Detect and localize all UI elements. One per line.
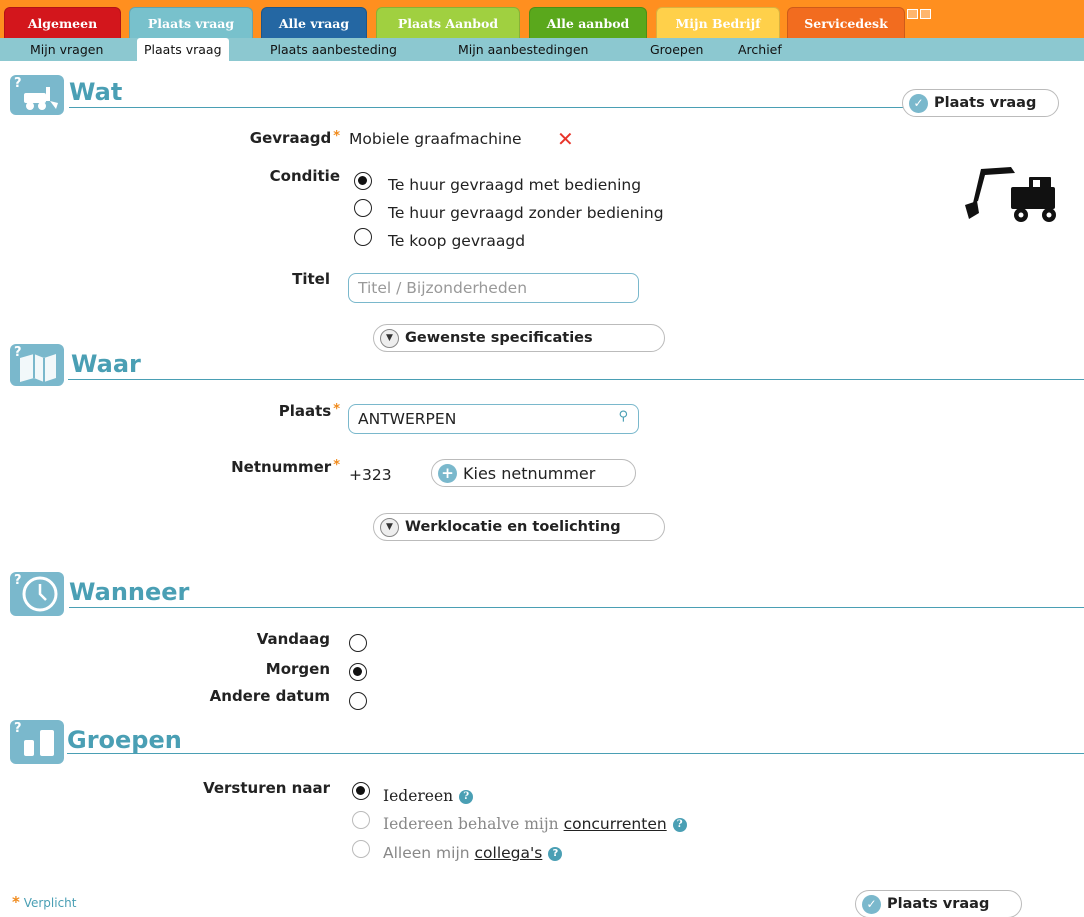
tab-mijn-bedrijf[interactable]: Mijn Bedrijf xyxy=(656,7,780,38)
plaats-vraag-button-top[interactable]: ✓ Plaats vraag xyxy=(902,89,1059,117)
plaats-input[interactable]: ANTWERPEN ⚲ xyxy=(348,404,639,434)
check-icon: ✓ xyxy=(862,894,881,914)
versturen-iedereen-radio[interactable] xyxy=(352,782,370,800)
waar-section-title: Waar xyxy=(71,350,141,378)
tab-plaats-vraag[interactable]: Plaats vraag xyxy=(129,7,253,38)
concurrenten-link[interactable]: concurrenten xyxy=(564,815,667,833)
groepen-section-title: Groepen xyxy=(67,726,182,754)
titel-label: Titel xyxy=(292,270,330,288)
vandaag-label: Vandaag xyxy=(256,630,330,648)
subnav-mijn-vragen[interactable]: Mijn vragen xyxy=(30,38,103,61)
conditie-radio-met-bediening[interactable] xyxy=(354,172,372,190)
plus-icon: + xyxy=(438,463,457,483)
subnav-groepen[interactable]: Groepen xyxy=(650,38,703,61)
check-icon: ✓ xyxy=(909,93,928,113)
tab-algemeen[interactable]: Algemeen xyxy=(4,7,121,38)
conditie-option-label: Te huur gevraagd zonder bediening xyxy=(388,204,664,222)
versturen-behalve-concurrenten-radio[interactable] xyxy=(352,811,370,829)
netnummer-label: Netnummer * xyxy=(231,458,340,476)
gevraagd-label: Gevraagd * xyxy=(249,129,340,147)
waar-section-icon: ? xyxy=(10,344,64,386)
subnav-plaats-vraag[interactable]: Plaats vraag xyxy=(137,38,229,63)
tab-plaats-aanbod[interactable]: Plaats Aanbod xyxy=(376,7,520,38)
tab-servicedesk[interactable]: Servicedesk xyxy=(787,7,905,38)
gewenste-specificaties-toggle[interactable]: ▼ Gewenste specificaties xyxy=(373,324,665,352)
remove-x-icon[interactable]: ✕ xyxy=(557,127,574,151)
wanneer-section-icon: ? xyxy=(10,572,64,616)
required-note: * Verplicht xyxy=(12,893,77,911)
andere-datum-radio[interactable] xyxy=(349,692,367,710)
conditie-radio-te-koop[interactable] xyxy=(354,228,372,246)
conditie-label: Conditie xyxy=(269,167,340,185)
morgen-radio[interactable] xyxy=(349,663,367,681)
tab-alle-aanbod[interactable]: Alle aanbod xyxy=(529,7,647,38)
wat-section-icon: ? xyxy=(10,75,64,115)
werklocatie-label: Werklocatie en toelichting xyxy=(405,519,621,535)
andere-datum-label: Andere datum xyxy=(209,687,330,705)
conditie-option-label: Te huur gevraagd met bediening xyxy=(388,176,642,194)
versturen-naar-label: Versturen naar xyxy=(203,779,330,797)
chevron-down-icon: ▼ xyxy=(380,328,399,348)
help-icon[interactable]: ? xyxy=(672,818,687,832)
versturen-collegas-option: Alleen mijn collega's? xyxy=(383,844,563,862)
help-icon[interactable]: ? xyxy=(548,846,563,861)
kies-netnummer-button[interactable]: + Kies netnummer xyxy=(431,459,636,487)
kies-netnummer-label: Kies netnummer xyxy=(463,463,596,483)
gevraagd-value: Mobiele graafmachine xyxy=(349,130,522,148)
window-icons[interactable] xyxy=(907,4,933,19)
wanneer-section-divider xyxy=(69,607,1084,608)
subnav-archief[interactable]: Archief xyxy=(738,38,782,61)
excavator-icon xyxy=(965,167,1056,222)
plaats-label: Plaats * xyxy=(278,402,340,420)
conditie-radio-zonder-bediening[interactable] xyxy=(354,199,372,217)
vandaag-radio[interactable] xyxy=(349,634,367,652)
groepen-section-divider xyxy=(67,753,1084,754)
versturen-iedereen-option: Iedereen? xyxy=(383,787,474,805)
waar-section-divider xyxy=(68,379,1084,380)
plaats-vraag-button-bottom[interactable]: ✓ Plaats vraag xyxy=(855,890,1022,917)
collegas-link[interactable]: collega's xyxy=(475,844,543,862)
search-icon[interactable]: ⚲ xyxy=(618,409,628,424)
tab-alle-vraag[interactable]: Alle vraag xyxy=(261,7,367,38)
wat-section-title: Wat xyxy=(69,78,123,106)
plaats-vraag-label: Plaats vraag xyxy=(934,95,1037,111)
plaats-vraag-label: Plaats vraag xyxy=(887,896,990,912)
help-icon[interactable]: ? xyxy=(459,790,474,804)
wat-section-divider xyxy=(69,107,905,108)
top-tab-bar: Algemeen Plaats vraag Alle vraag Plaats … xyxy=(0,0,1084,38)
morgen-label: Morgen xyxy=(265,660,330,678)
groepen-section-icon: ? xyxy=(10,720,64,764)
versturen-collegas-radio[interactable] xyxy=(352,840,370,858)
subnav-plaats-aanbesteding[interactable]: Plaats aanbesteding xyxy=(270,38,397,61)
gewenste-specificaties-label: Gewenste specificaties xyxy=(405,330,593,346)
sub-navigation: Mijn vragen Plaats vraag Plaats aanbeste… xyxy=(0,38,1084,63)
versturen-behalve-concurrenten-option: Iedereen behalve mijn concurrenten? xyxy=(383,815,687,833)
subnav-mijn-aanbestedingen[interactable]: Mijn aanbestedingen xyxy=(458,38,588,61)
conditie-option-label: Te koop gevraagd xyxy=(388,232,526,250)
netnummer-value: +323 xyxy=(349,466,392,484)
titel-input[interactable] xyxy=(348,273,639,303)
wanneer-section-title: Wanneer xyxy=(69,578,190,606)
werklocatie-toggle[interactable]: ▼ Werklocatie en toelichting xyxy=(373,513,665,541)
chevron-down-icon: ▼ xyxy=(380,517,399,537)
